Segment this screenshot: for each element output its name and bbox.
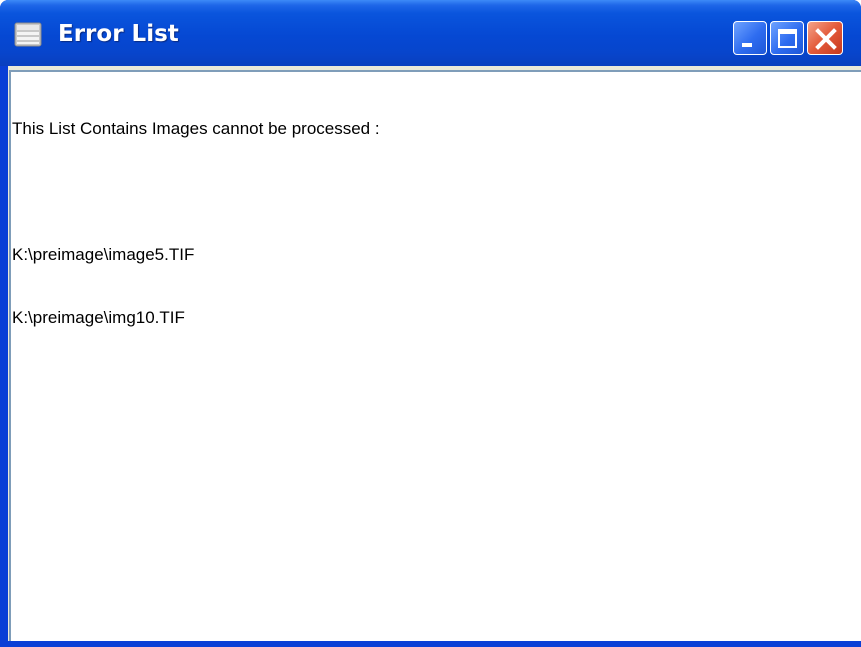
window-bottom-border — [0, 641, 861, 647]
error-list-window: Error List This List Contains Images can… — [0, 0, 861, 647]
maximize-icon — [778, 29, 797, 48]
title-bar[interactable]: Error List — [0, 0, 861, 66]
close-icon — [815, 28, 837, 50]
list-item: K:\preimage\img10.TIF — [12, 308, 185, 327]
window-title: Error List — [58, 21, 179, 47]
error-list-textbox[interactable]: This List Contains Images cannot be proc… — [9, 70, 861, 641]
document-list-icon — [14, 22, 44, 48]
minimize-icon — [742, 43, 752, 47]
close-button[interactable] — [807, 21, 843, 55]
maximize-button[interactable] — [770, 21, 804, 55]
list-item: K:\preimage\image5.TIF — [12, 245, 195, 264]
list-header: This List Contains Images cannot be proc… — [12, 119, 380, 138]
minimize-button[interactable] — [733, 21, 767, 55]
